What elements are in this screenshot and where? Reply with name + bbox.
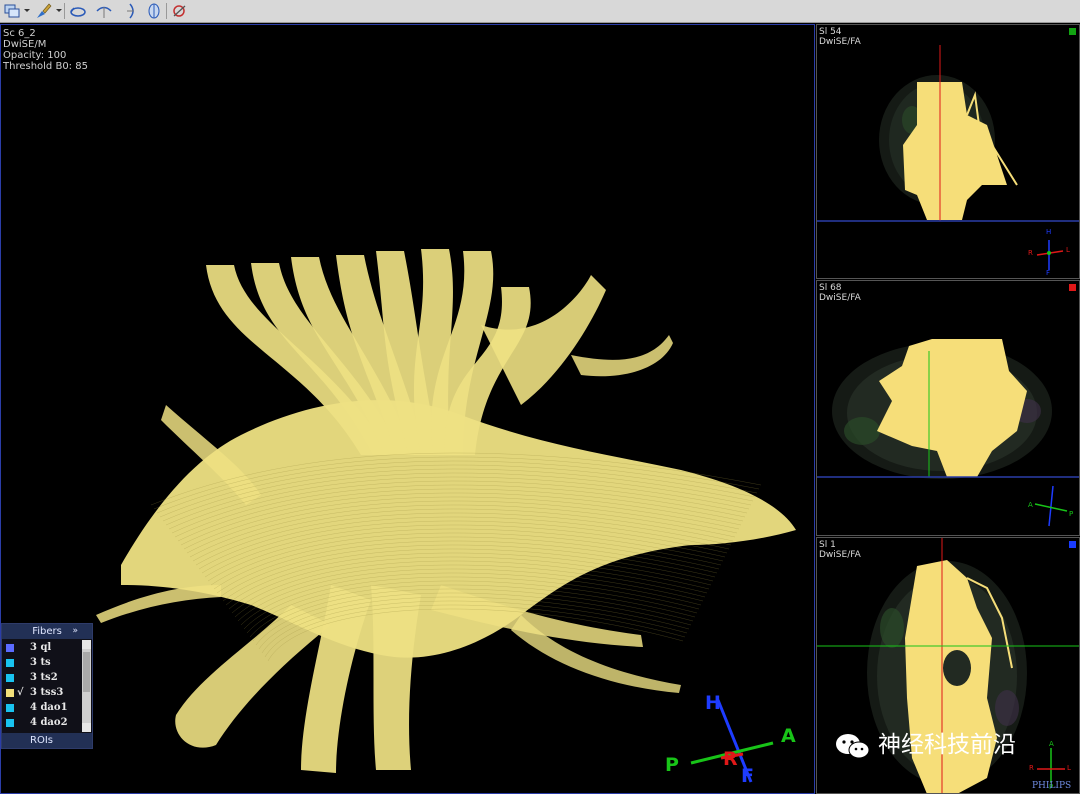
fiber-item-label: 3 ts2 [30, 672, 58, 683]
slice-number: Sl 68 [819, 283, 842, 293]
orient-label: L [1067, 764, 1071, 772]
orient-label: A [1049, 740, 1054, 748]
slice-number: Sl 54 [819, 27, 842, 37]
paint-tool-dropdown-icon[interactable] [56, 9, 62, 12]
slice-type: DwiSE/FA [819, 37, 861, 47]
fiber-strand [481, 275, 606, 405]
slice-number: Sl 1 [819, 540, 836, 550]
fiber-strand [371, 585, 421, 770]
view-indicator [1069, 284, 1076, 291]
toolbar-separator [166, 3, 167, 19]
slice-type: DwiSE/FA [819, 293, 861, 303]
fiber-item-label: 3 ts [30, 657, 51, 668]
side-view-sagittal[interactable]: Sl 68 DwiSE/FA A P [816, 280, 1080, 536]
slice-type: DwiSE/FA [819, 550, 861, 560]
fiber-list-scrollbar[interactable] [82, 640, 91, 732]
scroll-up-icon[interactable] [82, 640, 91, 649]
orient-label: H [1046, 228, 1052, 236]
fiber-strand [96, 585, 221, 623]
flip-vertical-icon[interactable] [120, 2, 140, 20]
fiber-color-swatch [6, 674, 14, 682]
view-layout-icon[interactable] [3, 2, 23, 20]
view-indicator [1069, 28, 1076, 35]
check-icon[interactable]: √ [17, 685, 24, 700]
sagittal-view-icon[interactable] [144, 2, 164, 20]
sagittal-slice-image [817, 339, 1079, 527]
watermark: 神经科技前沿 [834, 730, 1016, 761]
fiber-item-label: 4 dao2 [30, 717, 68, 728]
view-indicator [1069, 541, 1076, 548]
expand-icon[interactable]: » [72, 624, 78, 639]
info-line: Sc 6_2 [3, 28, 36, 39]
scan-info: Sc 6_2 DwiSE/M Opacity: 100 Threshold B0… [3, 28, 88, 72]
scroll-thumb[interactable] [83, 652, 90, 692]
fiber-item[interactable]: 4 dao1 [2, 700, 82, 715]
fiber-list: 3 ql 3 ts 3 ts2 √ 3 tss3 4 dao1 4 dao2 [2, 640, 82, 730]
paint-tool-icon[interactable] [33, 2, 53, 20]
rois-tab[interactable]: ROIs [2, 733, 92, 748]
brand-label: PHILIPS [1032, 781, 1072, 791]
rotate-view-icon[interactable] [68, 2, 88, 20]
fiber-strand [571, 335, 673, 377]
orient-label: L [1066, 246, 1070, 254]
main-3d-view[interactable]: Sc 6_2 DwiSE/M Opacity: 100 Threshold B0… [0, 24, 815, 794]
fiber-color-swatch [6, 659, 14, 667]
fibers-panel-title: Fibers [32, 626, 62, 637]
scroll-down-icon[interactable] [82, 723, 91, 732]
fiber-color-swatch [6, 719, 14, 727]
side-view-coronal[interactable]: Sl 54 DwiSE/FA H R L F [816, 24, 1080, 279]
fiber-item[interactable]: 4 dao2 [2, 715, 82, 730]
view-layout-dropdown-icon[interactable] [24, 9, 30, 12]
side-view-label: Sl 54 DwiSE/FA [819, 27, 861, 47]
side-view-label: Sl 68 DwiSE/FA [819, 283, 861, 303]
wechat-icon [836, 733, 870, 758]
orient-label: F [1046, 269, 1051, 277]
toolbar [0, 0, 1080, 23]
info-line: DwiSE/M [3, 39, 47, 50]
fiber-color-swatch [6, 644, 14, 652]
orient-label-right: R [723, 748, 738, 770]
orient-label-head: H [705, 692, 721, 714]
orient-label: P [1069, 510, 1074, 518]
fiber-color-swatch [6, 704, 14, 712]
fiber-item-label: 3 ql [30, 642, 52, 653]
info-line: Threshold B0: 85 [3, 61, 88, 72]
side-view-label: Sl 1 DwiSE/FA [819, 540, 861, 560]
fibers-panel-header[interactable]: Fibers » [2, 624, 92, 639]
fiber-color-swatch [6, 689, 14, 697]
coronal-slice-image [817, 45, 1079, 270]
watermark-text: 神经科技前沿 [878, 732, 1016, 758]
orientation-cube: H A P R F [661, 670, 811, 790]
flip-horizontal-icon[interactable] [94, 2, 114, 20]
fiber-item[interactable]: 3 ts2 [2, 670, 82, 685]
orient-label: R [1029, 764, 1034, 772]
fiber-item[interactable]: 3 ql [2, 640, 82, 655]
fiber-item-label: 3 tss3 [30, 687, 64, 698]
fiber-item[interactable]: 3 ts [2, 655, 82, 670]
orient-label: A [1028, 501, 1033, 509]
orient-label: R [1028, 249, 1033, 257]
orient-label-foot: F [741, 765, 754, 787]
toolbar-separator [64, 3, 65, 19]
orient-label-posterior: P [665, 754, 679, 776]
fiber-item-label: 4 dao1 [30, 702, 68, 713]
reset-view-icon[interactable] [170, 2, 190, 20]
fiber-item[interactable]: √ 3 tss3 [2, 685, 82, 700]
info-line: Opacity: 100 [3, 50, 67, 61]
orient-label-anterior: A [781, 725, 796, 747]
fibers-panel: Fibers » 3 ql 3 ts 3 ts2 √ 3 tss3 4 dao1… [1, 623, 93, 749]
